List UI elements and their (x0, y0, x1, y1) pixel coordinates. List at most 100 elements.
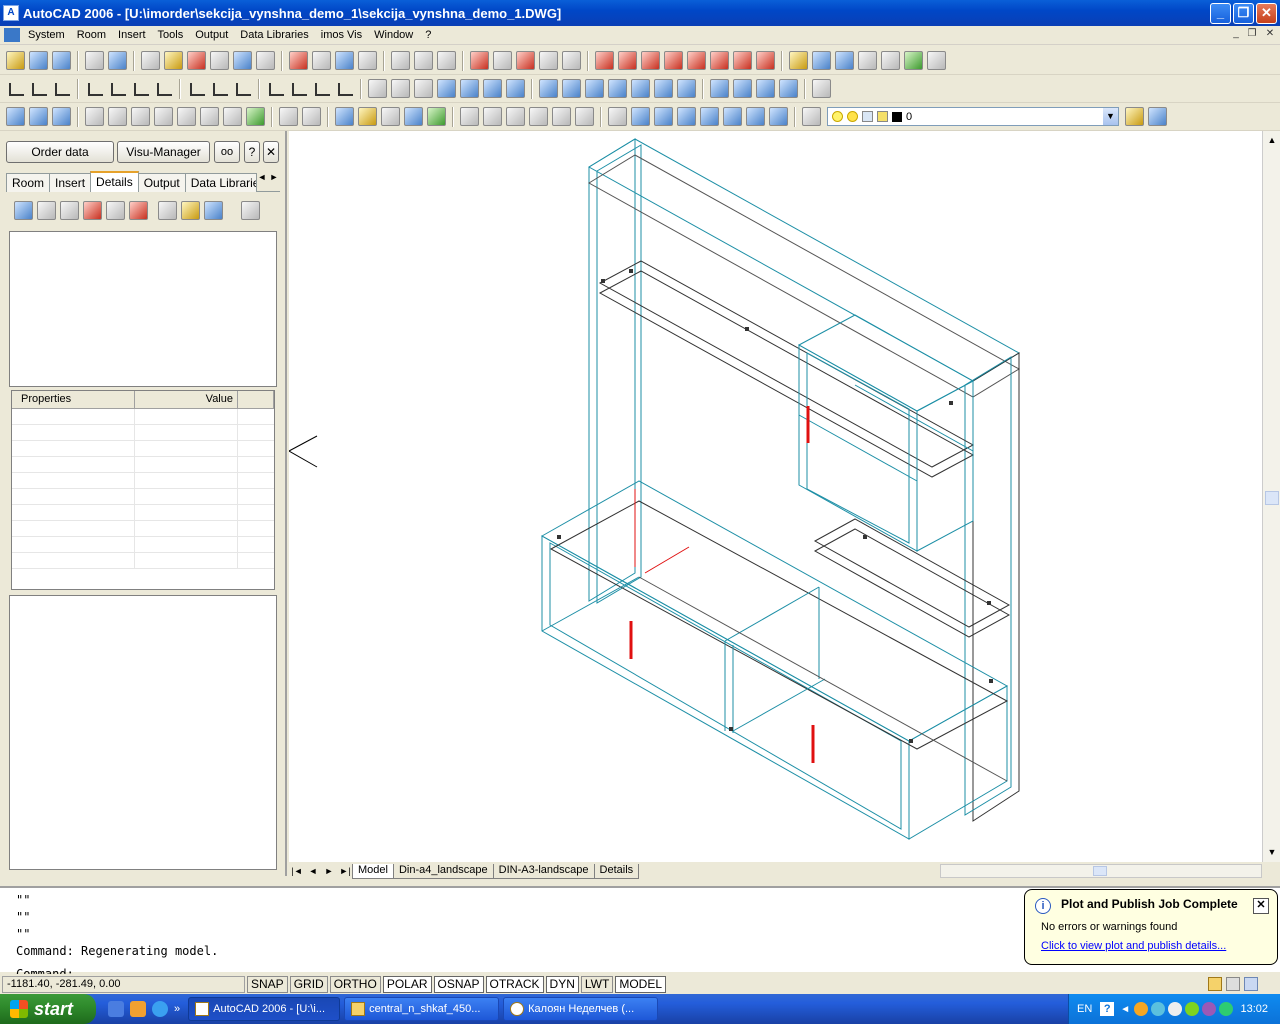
tab-output[interactable]: Output (137, 173, 186, 192)
box-icon[interactable] (460, 107, 479, 126)
toolbar-tool-icon[interactable] (414, 51, 433, 70)
toolbar-tool-icon[interactable] (881, 51, 900, 70)
ucs-icon[interactable] (85, 79, 104, 98)
plot-tray-icon[interactable] (1244, 977, 1258, 991)
eraser-icon[interactable] (106, 201, 125, 220)
toolbar-tool-icon[interactable] (562, 51, 581, 70)
preview-area[interactable] (9, 595, 277, 870)
toolbar-tool-icon[interactable] (723, 107, 742, 126)
toolbar-tool-icon[interactable] (858, 51, 877, 70)
toolbar-tool-icon[interactable] (6, 107, 25, 126)
layout-tab-din-a3[interactable]: DIN-A3-landscape (492, 863, 595, 879)
details-tool-icon[interactable] (37, 201, 56, 220)
details-tool-icon[interactable] (14, 201, 33, 220)
layer-tool-icon[interactable] (1148, 107, 1167, 126)
details-list[interactable] (9, 231, 277, 387)
toolbar-tool-icon[interactable] (154, 107, 173, 126)
menu-data-libraries[interactable]: Data Libraries (234, 29, 314, 41)
task-skype-chat[interactable]: Калоян Неделчев (... (503, 997, 659, 1021)
toolbar-tool-icon[interactable] (654, 107, 673, 126)
toolbar-tool-icon[interactable] (483, 79, 502, 98)
toolbar-tool-icon[interactable] (302, 107, 321, 126)
refresh-icon[interactable] (204, 201, 223, 220)
task-folder[interactable]: central_n_shkaf_450... (344, 997, 500, 1021)
scroll-down-icon[interactable]: ▼ (1265, 845, 1279, 859)
details-tool-icon[interactable] (129, 201, 148, 220)
toolbar-tool-icon[interactable] (200, 107, 219, 126)
tray-collapse-icon[interactable]: ◄ (1120, 1004, 1130, 1015)
toolbar-tool-icon[interactable] (223, 107, 242, 126)
toolbar-tool-icon[interactable] (700, 107, 719, 126)
layout-tab-details[interactable]: Details (593, 863, 640, 879)
menu-window[interactable]: Window (368, 29, 419, 41)
model-toggle[interactable]: MODEL (615, 975, 667, 993)
visu-manager-button[interactable]: Visu-Manager (117, 141, 210, 163)
view-icon[interactable] (779, 79, 798, 98)
layout-tab-model[interactable]: Model (352, 863, 394, 879)
ucs-icon[interactable] (131, 79, 150, 98)
wedge-icon[interactable] (552, 107, 571, 126)
tab-details[interactable]: Details (90, 171, 139, 192)
ucs-icon[interactable] (108, 79, 127, 98)
toolbar-tool-icon[interactable] (664, 51, 683, 70)
toolbar-tool-icon[interactable] (506, 79, 525, 98)
toolbar-tool-icon[interactable] (335, 51, 354, 70)
toolbar-tool-icon[interactable] (289, 51, 308, 70)
otrack-toggle[interactable]: OTRACK (485, 975, 544, 993)
restore-button[interactable]: ❐ (1233, 3, 1254, 24)
cone-icon[interactable] (529, 107, 548, 126)
print-icon[interactable] (210, 51, 229, 70)
scroll-thumb[interactable] (1265, 491, 1279, 505)
cylinder-icon[interactable] (506, 107, 525, 126)
toolbar-tool-icon[interactable] (687, 51, 706, 70)
view-icon[interactable] (539, 79, 558, 98)
view-icon[interactable] (608, 79, 627, 98)
toolbar-tool-icon[interactable] (789, 51, 808, 70)
toolbar-tool-icon[interactable] (312, 51, 331, 70)
toolbar-tool-icon[interactable] (391, 79, 410, 98)
details-tool-icon[interactable] (83, 201, 102, 220)
tab-insert[interactable]: Insert (49, 173, 92, 192)
ucs-icon[interactable] (6, 79, 25, 98)
open-folder-icon[interactable] (164, 51, 183, 70)
tab-scroll-left-icon[interactable]: ◄ (256, 172, 268, 191)
polar-toggle[interactable]: POLAR (382, 975, 432, 993)
new-file-icon[interactable] (141, 51, 160, 70)
panel-close-button[interactable]: ✕ (263, 141, 279, 163)
close-window-button[interactable]: ✕ (1256, 3, 1277, 24)
ucs-icon[interactable] (335, 79, 354, 98)
toolbar-tool-icon[interactable] (641, 51, 660, 70)
globe-icon[interactable] (904, 51, 923, 70)
task-autocad[interactable]: AutoCAD 2006 - [U:\i... (188, 997, 341, 1021)
snap-toggle[interactable]: SNAP (247, 975, 288, 993)
tray-app-icon[interactable] (1151, 1002, 1166, 1016)
toolbar-tool-icon[interactable] (595, 51, 614, 70)
scroll-up-icon[interactable]: ▲ (1265, 133, 1279, 147)
text-style-icon[interactable] (927, 51, 946, 70)
toolbar-tool-icon[interactable] (414, 79, 433, 98)
first-layout-icon[interactable]: |◄ (289, 864, 305, 878)
toolbar-tool-icon[interactable] (358, 107, 377, 126)
toolbar-tool-icon[interactable] (608, 107, 627, 126)
view-icon[interactable] (710, 79, 729, 98)
tray-app-icon[interactable] (1168, 1002, 1183, 1016)
toolbar-tool-icon[interactable] (279, 107, 298, 126)
lwt-toggle[interactable]: LWT (580, 975, 614, 993)
autocad-app-icon[interactable]: A (3, 5, 19, 21)
communication-center-icon[interactable] (1208, 977, 1222, 991)
toolbar-tool-icon[interactable] (256, 51, 275, 70)
show-desktop-icon[interactable] (108, 1001, 124, 1017)
view-icon[interactable] (585, 79, 604, 98)
torus-icon[interactable] (575, 107, 594, 126)
menu-insert[interactable]: Insert (112, 29, 152, 41)
mdi-close-button[interactable]: ✕ (1262, 28, 1278, 42)
toolbar-tool-icon[interactable] (177, 107, 196, 126)
toolbar-tool-icon[interactable] (677, 107, 696, 126)
toolbar-tool-icon[interactable] (358, 51, 377, 70)
toolbar-tool-icon[interactable] (233, 51, 252, 70)
properties-grid[interactable]: Properties Value (11, 390, 275, 590)
view-icon[interactable] (733, 79, 752, 98)
ucs-icon[interactable] (187, 79, 206, 98)
start-button[interactable]: start (0, 994, 96, 1024)
toolbar-tool-icon[interactable] (539, 51, 558, 70)
